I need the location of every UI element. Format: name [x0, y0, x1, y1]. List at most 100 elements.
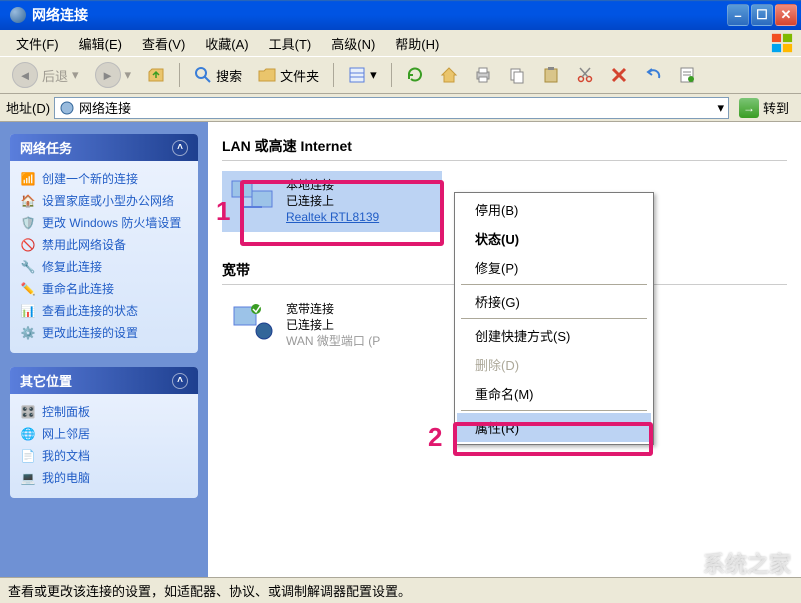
print-button[interactable] [468, 63, 498, 87]
paste-icon [542, 66, 560, 84]
go-button[interactable]: → 转到 [733, 96, 795, 120]
network-tasks-panel: 网络任务 ˄ 📶创建一个新的连接 🏠设置家庭或小型办公网络 🛡️更改 Windo… [10, 134, 198, 353]
connection-details: 本地连接 已连接上 Realtek RTL8139 [286, 177, 379, 226]
connection-device: WAN 微型端口 (P [286, 333, 380, 349]
delete-icon [610, 66, 628, 84]
content-area: 网络任务 ˄ 📶创建一个新的连接 🏠设置家庭或小型办公网络 🛡️更改 Windo… [0, 122, 801, 577]
panel-header[interactable]: 网络任务 ˄ [10, 134, 198, 161]
undo-button[interactable] [638, 63, 668, 87]
link-network-places[interactable]: 🌐网上邻居 [20, 424, 188, 446]
search-icon [194, 66, 212, 84]
ctx-bridge[interactable]: 桥接(G) [457, 287, 651, 316]
menu-view[interactable]: 查看(V) [134, 32, 193, 55]
properties-button[interactable] [672, 63, 702, 87]
up-button[interactable] [141, 63, 171, 87]
ctx-status[interactable]: 状态(U) [457, 224, 651, 253]
delete-button[interactable] [604, 63, 634, 87]
link-my-computer[interactable]: 💻我的电脑 [20, 468, 188, 490]
back-button[interactable]: ◄ 后退 ▾ [6, 59, 85, 91]
annotation-label-1: 1 [216, 196, 230, 227]
folder-up-icon [147, 66, 165, 84]
menu-advanced[interactable]: 高级(N) [323, 32, 383, 55]
separator [461, 318, 647, 319]
network-setup-icon: 🏠 [20, 194, 36, 210]
task-repair[interactable]: 🔧修复此连接 [20, 257, 188, 279]
menu-help[interactable]: 帮助(H) [387, 32, 447, 55]
chevron-down-icon[interactable]: ▾ [717, 100, 724, 116]
folder-icon [258, 66, 276, 84]
back-label: 后退 [42, 66, 68, 85]
home-button[interactable] [434, 63, 464, 87]
link-control-panel[interactable]: 🎛️控制面板 [20, 402, 188, 424]
task-view-status[interactable]: 📊查看此连接的状态 [20, 301, 188, 323]
panel-header[interactable]: 其它位置 ˄ [10, 367, 198, 394]
back-icon: ◄ [12, 62, 38, 88]
refresh-button[interactable] [400, 63, 430, 87]
menu-edit[interactable]: 编辑(E) [71, 32, 130, 55]
network-icon [59, 100, 75, 116]
folders-button[interactable]: 文件夹 [252, 63, 325, 88]
ctx-shortcut[interactable]: 创建快捷方式(S) [457, 321, 651, 350]
connection-status: 已连接上 [286, 317, 380, 333]
chevron-down-icon: ▾ [72, 67, 79, 83]
address-field[interactable]: 网络连接 ▾ [54, 97, 729, 119]
refresh-icon [406, 66, 424, 84]
undo-icon [644, 66, 662, 84]
go-label: 转到 [763, 98, 789, 117]
other-places-panel: 其它位置 ˄ 🎛️控制面板 🌐网上邻居 📄我的文档 💻我的电脑 [10, 367, 198, 498]
status-bar: 查看或更改该连接的设置，如适配器、协议、或调制解调器配置设置。 [0, 577, 801, 603]
task-rename[interactable]: ✏️重命名此连接 [20, 279, 188, 301]
task-firewall[interactable]: 🛡️更改 Windows 防火墙设置 [20, 213, 188, 235]
panel-body: 📶创建一个新的连接 🏠设置家庭或小型办公网络 🛡️更改 Windows 防火墙设… [10, 161, 198, 353]
connection-name: 宽带连接 [286, 301, 380, 317]
disable-icon: 🚫 [20, 238, 36, 254]
close-button[interactable]: ✕ [775, 4, 797, 26]
panel-title: 其它位置 [20, 371, 72, 390]
copy-button[interactable] [502, 63, 532, 87]
separator [461, 284, 647, 285]
maximize-button[interactable]: ☐ [751, 4, 773, 26]
copy-icon [508, 66, 526, 84]
ctx-delete: 删除(D) [457, 350, 651, 379]
ctx-repair[interactable]: 修复(P) [457, 253, 651, 282]
connection-broadband[interactable]: 宽带连接 已连接上 WAN 微型端口 (P [222, 295, 442, 356]
separator [461, 410, 647, 411]
views-button[interactable]: ▾ [342, 63, 383, 87]
panel-title: 网络任务 [20, 138, 72, 157]
search-button[interactable]: 搜索 [188, 63, 248, 88]
network-places-icon: 🌐 [20, 427, 36, 443]
connection-local-area[interactable]: 本地连接 已连接上 Realtek RTL8139 [222, 171, 442, 232]
menu-favorites[interactable]: 收藏(A) [197, 32, 256, 55]
cut-button[interactable] [570, 63, 600, 87]
settings-icon: ⚙️ [20, 326, 36, 342]
home-icon [440, 66, 458, 84]
task-disable-device[interactable]: 🚫禁用此网络设备 [20, 235, 188, 257]
address-bar: 地址(D) 网络连接 ▾ → 转到 [0, 94, 801, 122]
forward-button[interactable]: ► ▾ [89, 59, 138, 91]
task-setup-network[interactable]: 🏠设置家庭或小型办公网络 [20, 191, 188, 213]
connection-name: 本地连接 [286, 177, 379, 193]
menu-tools[interactable]: 工具(T) [261, 32, 320, 55]
task-create-connection[interactable]: 📶创建一个新的连接 [20, 169, 188, 191]
wizard-icon: 📶 [20, 172, 36, 188]
firewall-icon: 🛡️ [20, 216, 36, 232]
ctx-rename[interactable]: 重命名(M) [457, 379, 651, 408]
address-value: 网络连接 [79, 98, 131, 117]
paste-button[interactable] [536, 63, 566, 87]
link-my-documents[interactable]: 📄我的文档 [20, 446, 188, 468]
rename-icon: ✏️ [20, 282, 36, 298]
views-icon [348, 66, 366, 84]
folders-label: 文件夹 [280, 66, 319, 85]
print-icon [474, 66, 492, 84]
connection-details: 宽带连接 已连接上 WAN 微型端口 (P [286, 301, 380, 350]
menu-file[interactable]: 文件(F) [8, 32, 67, 55]
task-change-settings[interactable]: ⚙️更改此连接的设置 [20, 323, 188, 345]
ctx-disable[interactable]: 停用(B) [457, 195, 651, 224]
ctx-properties[interactable]: 属性(R) [457, 413, 651, 442]
chevron-up-icon: ˄ [172, 373, 188, 389]
windows-logo-icon [769, 32, 795, 54]
forward-icon: ► [95, 62, 121, 88]
status-icon: 📊 [20, 304, 36, 320]
lan-icon [228, 177, 276, 217]
minimize-button[interactable]: – [727, 4, 749, 26]
